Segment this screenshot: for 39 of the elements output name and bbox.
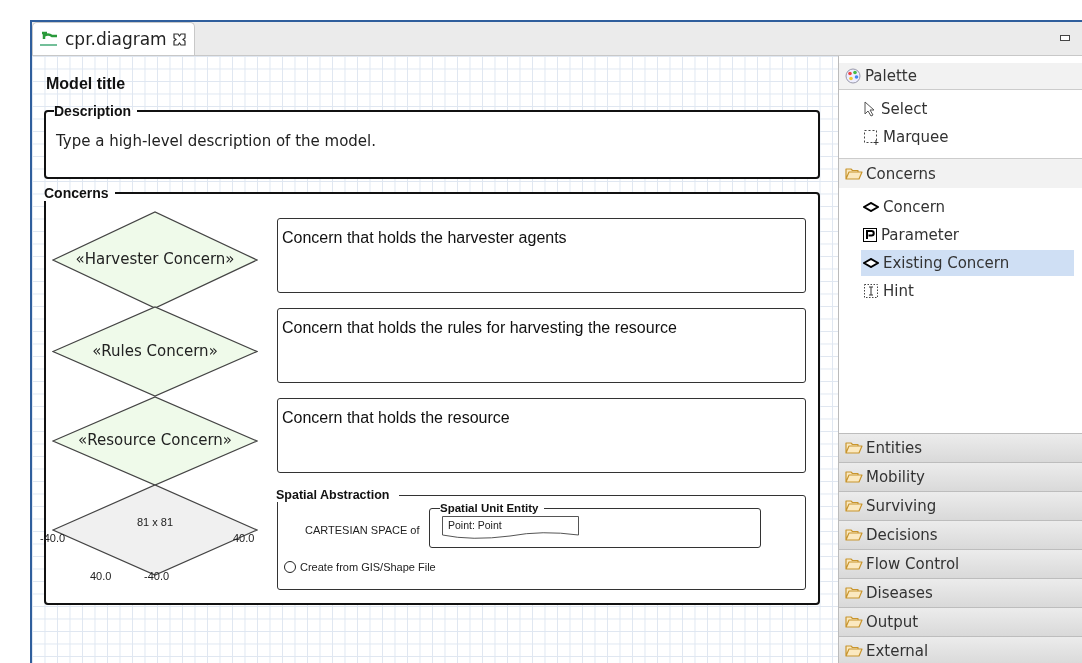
palette-drawer[interactable]: Diseases — [839, 579, 1082, 608]
palette-title: Palette — [865, 67, 917, 85]
palette-tool[interactable]: Marquee — [861, 124, 1074, 150]
palette-item[interactable]: Existing Concern — [861, 250, 1074, 276]
model-title: Model title — [46, 75, 126, 93]
concern-description-box[interactable]: Concern that holds the rules for harvesting the resource — [277, 308, 806, 383]
palette-item[interactable]: Concern — [861, 194, 1074, 220]
palette-drawer[interactable]: Output — [839, 608, 1082, 637]
panel-title: Description — [54, 103, 132, 119]
entity-field[interactable]: Point: Point — [442, 516, 579, 538]
concern-description: Concern that holds the resource — [282, 409, 510, 427]
coordinate-label: 40.0 — [90, 570, 112, 582]
concern-label: «Harvester Concern» — [74, 250, 236, 268]
palette-drawer[interactable]: Flow Control — [839, 550, 1082, 579]
concern-description: Concern that holds the harvester agents — [282, 229, 567, 247]
concern-description-box[interactable]: Concern that holds the resource — [277, 398, 806, 473]
tab-title: cpr.diagram — [65, 29, 167, 49]
editor-tab[interactable]: cpr.diagram — [32, 22, 195, 55]
palette-drawer[interactable]: Decisions — [839, 521, 1082, 550]
concern-label: «Resource Concern» — [77, 431, 233, 449]
palette-tool[interactable]: Select — [861, 96, 1074, 122]
concern-description-box[interactable]: Concern that holds the harvester agents — [277, 218, 806, 293]
palette-drawer[interactable]: Concerns — [839, 159, 1082, 188]
concern-label: «Rules Concern» — [91, 341, 219, 360]
palette-drawer[interactable]: Mobility — [839, 463, 1082, 492]
palette-item[interactable]: Hint — [861, 278, 1074, 304]
panel-title: Spatial Unit Entity — [440, 502, 540, 514]
palette-drawer[interactable]: External — [839, 637, 1082, 663]
palette-item[interactable]: Parameter — [861, 222, 1074, 248]
concern-description: Concern that holds the rules for harvesting the resource — [282, 319, 677, 337]
coordinate-label: -40.0 — [144, 570, 170, 582]
grid-size: 81 x 81 — [135, 516, 175, 528]
panel-title: Concerns — [44, 185, 110, 201]
palette-drawer[interactable]: Surviving — [839, 492, 1082, 521]
radio-label: Create from GIS/Shape File — [300, 561, 436, 573]
description-text[interactable]: Type a high-level description of the model. — [56, 132, 376, 150]
space-type-label: CARTESIAN SPACE of — [305, 524, 421, 536]
panel-title: Spatial Abstraction — [276, 488, 391, 502]
palette-drawer[interactable]: Entities — [839, 434, 1082, 463]
